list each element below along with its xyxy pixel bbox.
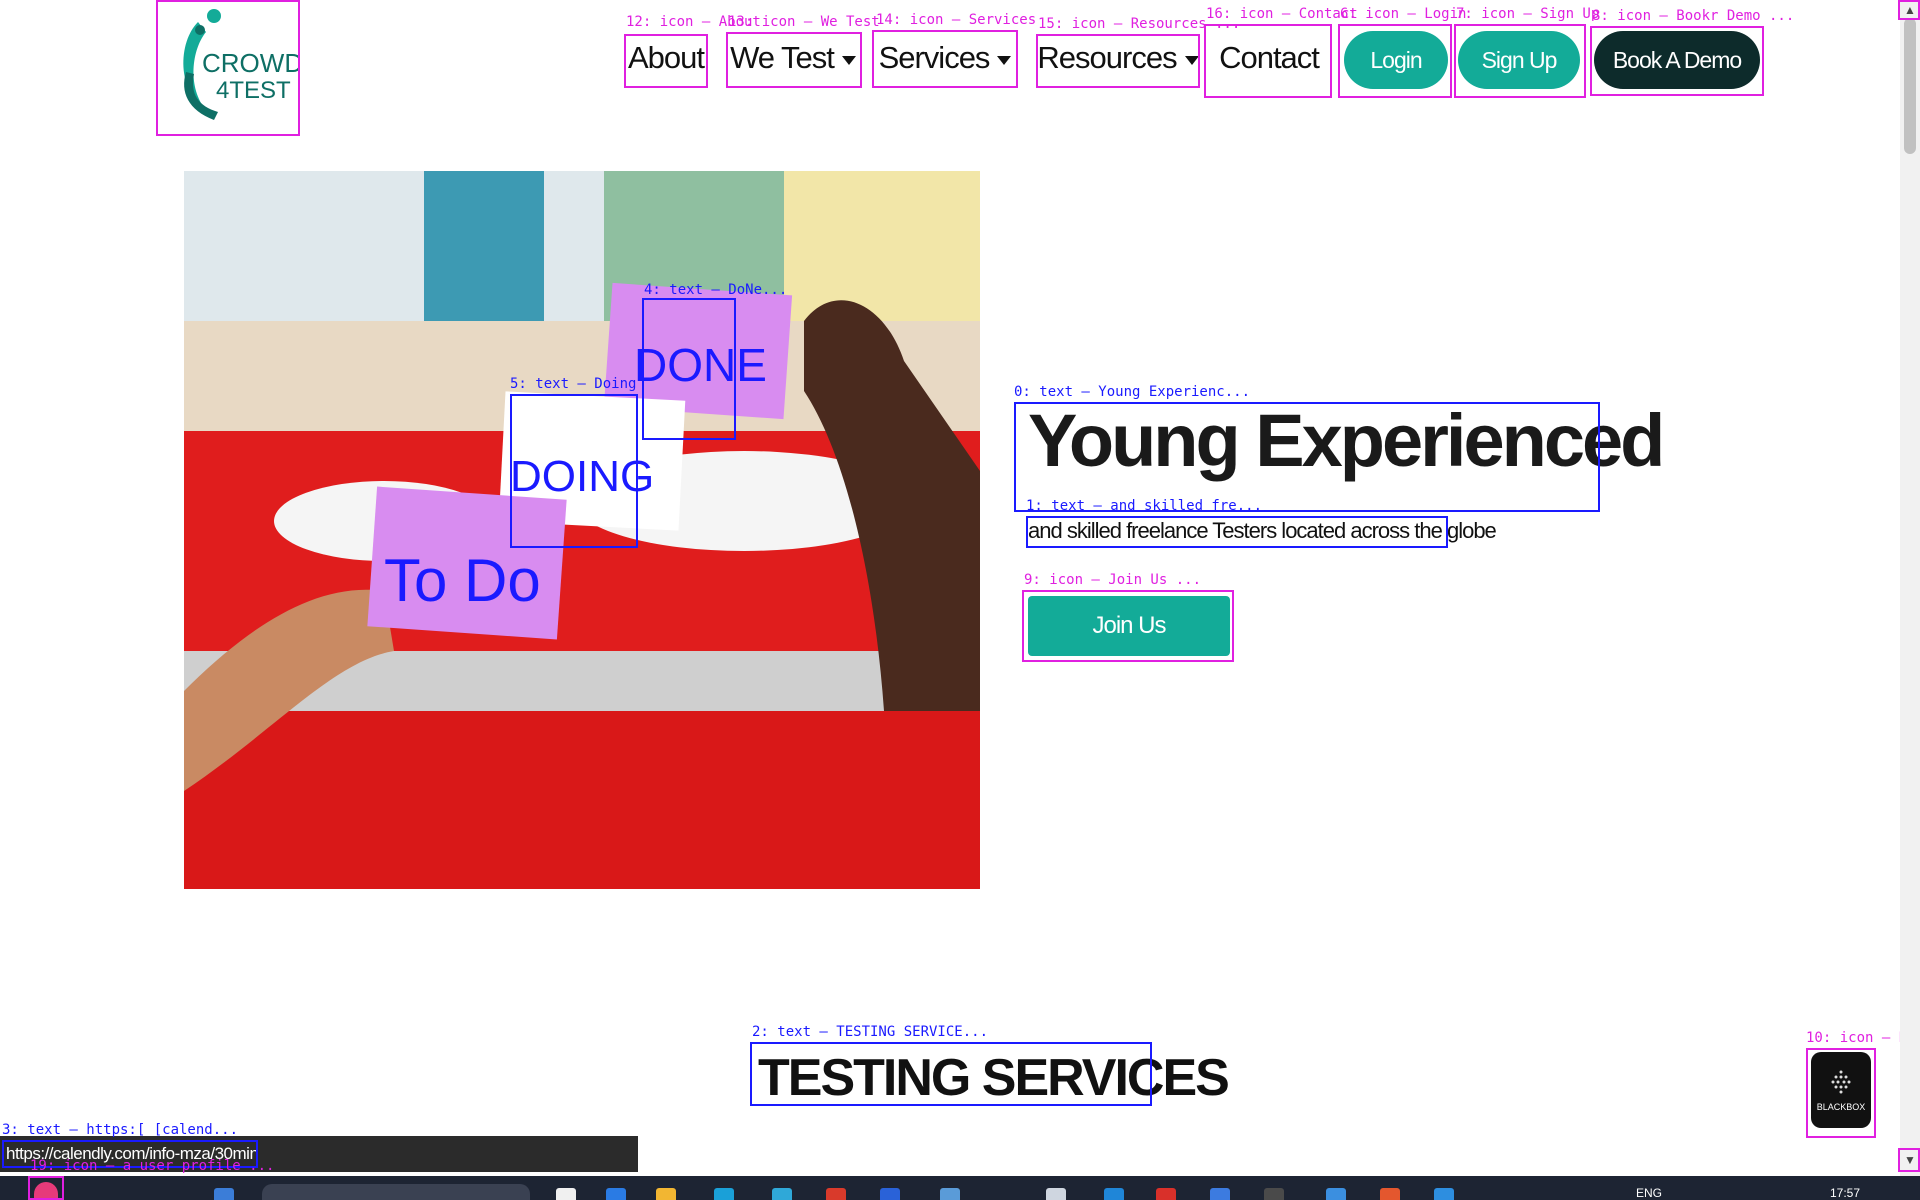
- gmail-icon[interactable]: [1156, 1188, 1176, 1200]
- annotation-label-join: 9: icon — Join Us ...: [1024, 572, 1202, 588]
- vertical-scrollbar[interactable]: [1900, 0, 1920, 1176]
- annotation-label-login: 6: icon — Login: [1340, 6, 1467, 22]
- annotation-label-doing: 5: text — Doing: [510, 376, 637, 392]
- annotation-box-done: [642, 298, 736, 440]
- app-icon-5[interactable]: [940, 1188, 960, 1200]
- annotation-label-subtitle: 1: text — and skilled fre...: [1026, 498, 1263, 514]
- start-icon[interactable]: [214, 1188, 234, 1200]
- annotation-label-services: 14: icon — Services: [876, 12, 1037, 28]
- annotation-box-login: [1338, 24, 1452, 98]
- task-view-icon[interactable]: [556, 1188, 576, 1200]
- annotation-box-contact: [1204, 24, 1332, 98]
- app-icon-10[interactable]: [1380, 1188, 1400, 1200]
- annotation-label-signup: 7: icon — Sign Up: [1456, 6, 1600, 22]
- annotation-label-title: 0: text — Young Experienc...: [1014, 384, 1251, 400]
- annotation-box-resources: [1036, 34, 1200, 88]
- scrollbar-thumb[interactable]: [1904, 18, 1916, 154]
- annotation-box-logo: [156, 0, 300, 136]
- annotation-box-about: [624, 34, 708, 88]
- app-icon[interactable]: [714, 1188, 734, 1200]
- annotation-box-title: [1014, 402, 1600, 512]
- annotation-box-doing: [510, 394, 638, 548]
- annotation-label-done: 4: text — DoNe...: [644, 282, 788, 298]
- annotation-box-section: [750, 1042, 1152, 1106]
- annotation-label-section: 2: text — TESTING SERVICE...: [752, 1024, 989, 1040]
- annotation-box-demo: [1590, 26, 1764, 96]
- app-icon-6[interactable]: [1046, 1188, 1066, 1200]
- annotation-box-scroll-up: [1898, 0, 1920, 20]
- annotation-box-scroll-down: [1898, 1148, 1920, 1172]
- annotation-label-we-test: 13: icon — We Test: [728, 14, 880, 30]
- app-icon-4[interactable]: [880, 1188, 900, 1200]
- app-icon-9[interactable]: [1326, 1188, 1346, 1200]
- file-explorer-icon[interactable]: [656, 1188, 676, 1200]
- annotation-box-blackbox: [1806, 1048, 1876, 1138]
- note-todo-text: To Do: [384, 547, 541, 614]
- annotation-box-services: [872, 30, 1018, 88]
- app-icon-3[interactable]: [826, 1188, 846, 1200]
- chrome-icon[interactable]: [1264, 1188, 1284, 1200]
- taskbar-clock[interactable]: 17:57: [1830, 1186, 1860, 1200]
- app-icon-8[interactable]: [1210, 1188, 1230, 1200]
- annotation-label-status-url: 3: text — https:[ [calend...: [2, 1122, 239, 1138]
- annotation-label-contact: 16: icon — Contact: [1206, 6, 1358, 22]
- annotation-box-signup: [1454, 24, 1586, 98]
- app-icon-2[interactable]: [772, 1188, 792, 1200]
- taskbar-search-box[interactable]: [262, 1184, 530, 1200]
- edge-icon[interactable]: [606, 1188, 626, 1200]
- annotation-label-demo: 8: icon — Bookr Demo ...: [1592, 8, 1795, 24]
- annotation-box-profile: [28, 1176, 64, 1200]
- annotation-box-join: [1022, 590, 1234, 662]
- app-icon-7[interactable]: [1104, 1188, 1124, 1200]
- annotation-box-we-test: [726, 32, 862, 88]
- annotation-box-subtitle: [1026, 516, 1448, 548]
- annotation-label-profile: 19: icon — a user profile ...: [30, 1158, 275, 1174]
- app-icon-11[interactable]: [1434, 1188, 1454, 1200]
- language-indicator[interactable]: ENG: [1636, 1186, 1662, 1200]
